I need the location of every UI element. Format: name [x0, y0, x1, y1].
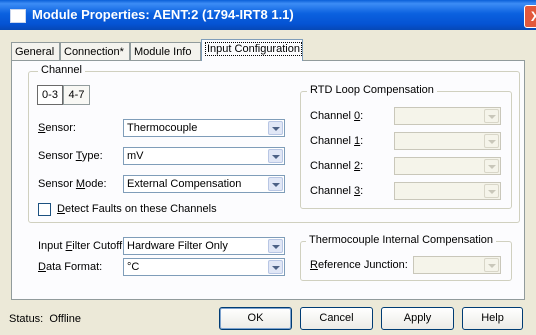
- chevron-down-icon: [484, 109, 499, 123]
- reference-junction-select: [413, 256, 501, 274]
- chevron-down-icon: [484, 258, 499, 272]
- chevron-down-icon[interactable]: [268, 239, 283, 253]
- data-format-label: Data Format:: [38, 261, 103, 273]
- sensor-mode-label: Sensor Mode:: [38, 178, 107, 190]
- rtd-channel-2-select: [394, 157, 501, 175]
- sensor-select[interactable]: Thermocouple: [123, 119, 285, 137]
- chevron-down-icon: [484, 134, 499, 148]
- tab-general[interactable]: General: [11, 42, 60, 60]
- status-bar: Status: Offline: [9, 313, 81, 325]
- rtd-legend: RTD Loop Compensation: [307, 84, 437, 96]
- channel-4-7-button[interactable]: 4-7: [63, 85, 90, 105]
- sensor-type-select[interactable]: mV: [123, 147, 285, 165]
- chevron-down-icon[interactable]: [268, 260, 283, 274]
- sensor-mode-select[interactable]: External Compensation: [123, 175, 285, 193]
- chevron-down-icon: [484, 159, 499, 173]
- ok-button[interactable]: OK: [219, 307, 292, 330]
- tc-compensation-legend: Thermocouple Internal Compensation: [306, 234, 497, 246]
- chevron-down-icon[interactable]: [268, 149, 283, 163]
- data-format-value: °C: [127, 261, 140, 273]
- channel-0-3-button[interactable]: 0-3: [37, 85, 63, 105]
- help-button[interactable]: Help: [462, 307, 523, 330]
- tab-module-info[interactable]: Module Info: [130, 42, 201, 60]
- rtd-channel-1-select: [394, 132, 501, 150]
- rtd-channel-1-label: Channel 1:: [310, 135, 364, 147]
- reference-junction-label: Reference Junction:: [310, 259, 408, 271]
- rtd-channel-0-label: Channel 0:: [310, 110, 364, 122]
- rtd-channel-0-select: [394, 107, 501, 125]
- tab-input-configuration-label: Input Configuration: [205, 42, 302, 56]
- tab-input-configuration[interactable]: Input Configuration: [201, 39, 303, 61]
- sensor-value: Thermocouple: [127, 122, 198, 134]
- cancel-button[interactable]: Cancel: [300, 307, 373, 330]
- apply-button[interactable]: Apply: [381, 307, 454, 330]
- rtd-channel-3-select: [394, 182, 501, 200]
- sensor-mode-value: External Compensation: [127, 178, 242, 190]
- input-filter-select[interactable]: Hardware Filter Only: [123, 237, 285, 255]
- rtd-channel-2-label: Channel 2:: [310, 160, 364, 172]
- input-filter-value: Hardware Filter Only: [127, 240, 228, 252]
- sensor-type-label: Sensor Type:: [38, 150, 103, 162]
- window-title: Module Properties: AENT:2 (1794-IRT8 1.1…: [32, 7, 294, 22]
- close-button[interactable]: X: [524, 5, 536, 28]
- tab-connection[interactable]: Connection*: [60, 42, 130, 60]
- chevron-down-icon[interactable]: [268, 121, 283, 135]
- input-filter-label: Input Filter Cutoff:: [38, 240, 126, 252]
- status-label: Status:: [9, 313, 44, 325]
- title-bar: Module Properties: AENT:2 (1794-IRT8 1.1…: [0, 0, 536, 30]
- chevron-down-icon[interactable]: [268, 177, 283, 191]
- detect-faults-label: Detect Faults on these Channels: [57, 203, 217, 215]
- sensor-label: Sensor:: [38, 122, 76, 134]
- detect-faults-checkbox[interactable]: [38, 203, 51, 216]
- rtd-channel-3-label: Channel 3:: [310, 185, 364, 197]
- chevron-down-icon: [484, 184, 499, 198]
- window-icon: [10, 9, 26, 23]
- status-value: Offline: [49, 313, 81, 325]
- sensor-type-value: mV: [127, 150, 144, 162]
- data-format-select[interactable]: °C: [123, 258, 285, 276]
- channel-legend: Channel: [38, 64, 85, 76]
